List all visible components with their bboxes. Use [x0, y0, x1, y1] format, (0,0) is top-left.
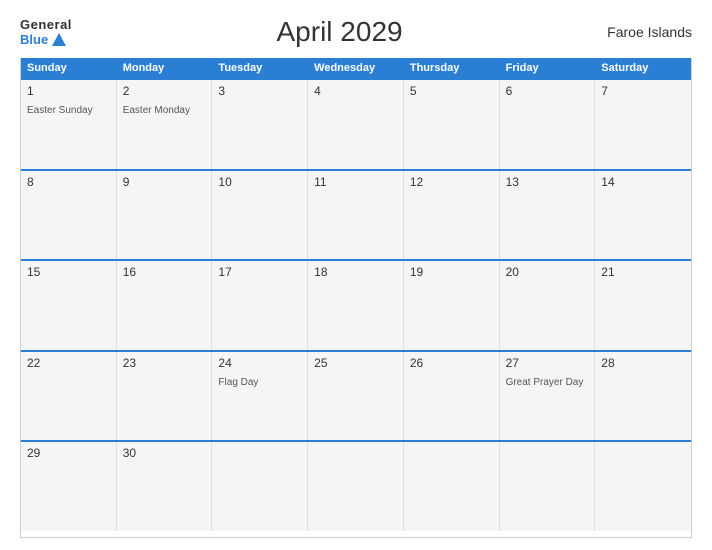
week-row-1: 1 Easter Sunday 2 Easter Monday 34567: [21, 78, 691, 169]
header-wednesday: Wednesday: [308, 58, 404, 78]
day-number: 26: [410, 356, 493, 370]
day-cell-4-3: [308, 442, 404, 531]
day-number: 16: [123, 265, 206, 279]
day-cell-1-3: 11: [308, 171, 404, 260]
day-number: 21: [601, 265, 685, 279]
day-cell-0-0: 1 Easter Sunday: [21, 80, 117, 169]
day-cell-4-2: [212, 442, 308, 531]
logo: General Blue: [20, 17, 72, 47]
day-cell-2-2: 17: [212, 261, 308, 350]
day-number: 17: [218, 265, 301, 279]
day-cell-1-0: 8: [21, 171, 117, 260]
day-cell-0-4: 5: [404, 80, 500, 169]
weeks-container: 1 Easter Sunday 2 Easter Monday 34567 89 10 11 1…: [21, 78, 691, 531]
day-number: 4: [314, 84, 397, 98]
day-cell-1-2: 10: [212, 171, 308, 260]
day-number: 13: [506, 175, 589, 189]
day-cell-0-3: 4: [308, 80, 404, 169]
day-cell-2-5: 20: [500, 261, 596, 350]
region-label: Faroe Islands: [607, 24, 692, 40]
week-row-5: 29 30: [21, 440, 691, 531]
day-number: 24: [218, 356, 301, 370]
day-event: Easter Sunday: [27, 105, 93, 116]
week-row-3: 15 16 17 18 19 20 21: [21, 259, 691, 350]
day-cell-3-1: 23: [117, 352, 213, 441]
day-cell-2-1: 16: [117, 261, 213, 350]
day-cell-3-6: 28: [595, 352, 691, 441]
day-number: 7: [601, 84, 685, 98]
day-cell-1-4: 12: [404, 171, 500, 260]
page: General Blue April 2029 Faroe Islands Su…: [0, 0, 712, 550]
day-number: 20: [506, 265, 589, 279]
day-number: 14: [601, 175, 685, 189]
day-number: 28: [601, 356, 685, 370]
day-event: Easter Monday: [123, 105, 190, 116]
day-event: Flag Day: [218, 377, 258, 388]
day-number: 11: [314, 175, 397, 189]
day-cell-2-4: 19: [404, 261, 500, 350]
header-saturday: Saturday: [595, 58, 691, 78]
day-number: 25: [314, 356, 397, 370]
week-row-4: 22 23 24 Flag Day 25 26 27 Great Prayer Day 28: [21, 350, 691, 441]
day-cell-2-3: 18: [308, 261, 404, 350]
day-cell-3-0: 22: [21, 352, 117, 441]
day-number: 3: [218, 84, 301, 98]
day-cell-1-6: 14: [595, 171, 691, 260]
day-number: 12: [410, 175, 493, 189]
logo-general-text: General: [20, 17, 72, 32]
day-number: 30: [123, 446, 206, 460]
day-cell-3-3: 25: [308, 352, 404, 441]
day-cell-4-4: [404, 442, 500, 531]
day-cell-0-5: 6: [500, 80, 596, 169]
calendar-title: April 2029: [277, 16, 403, 48]
logo-blue-text: Blue: [20, 32, 66, 47]
day-cell-0-1: 2 Easter Monday: [117, 80, 213, 169]
day-cell-0-2: 3: [212, 80, 308, 169]
day-number: 6: [506, 84, 589, 98]
day-cell-2-0: 15: [21, 261, 117, 350]
day-cell-3-5: 27 Great Prayer Day: [500, 352, 596, 441]
day-cell-4-1: 30: [117, 442, 213, 531]
day-cell-3-4: 26: [404, 352, 500, 441]
day-cell-4-0: 29: [21, 442, 117, 531]
day-cell-1-1: 9: [117, 171, 213, 260]
day-number: 29: [27, 446, 110, 460]
day-number: 10: [218, 175, 301, 189]
header-monday: Monday: [117, 58, 213, 78]
header: General Blue April 2029 Faroe Islands: [20, 16, 692, 48]
day-event: Great Prayer Day: [506, 377, 584, 388]
day-cell-4-5: [500, 442, 596, 531]
header-friday: Friday: [500, 58, 596, 78]
day-number: 8: [27, 175, 110, 189]
header-thursday: Thursday: [404, 58, 500, 78]
day-headers-row: Sunday Monday Tuesday Wednesday Thursday…: [21, 58, 691, 78]
day-number: 15: [27, 265, 110, 279]
header-sunday: Sunday: [21, 58, 117, 78]
day-cell-2-6: 21: [595, 261, 691, 350]
day-number: 5: [410, 84, 493, 98]
day-cell-0-6: 7: [595, 80, 691, 169]
day-number: 27: [506, 356, 589, 370]
calendar: Sunday Monday Tuesday Wednesday Thursday…: [20, 58, 692, 538]
week-row-2: 89 10 11 12 13 14: [21, 169, 691, 260]
day-number: 19: [410, 265, 493, 279]
day-number: 9: [123, 175, 206, 189]
day-number: 2: [123, 84, 206, 98]
day-number: 22: [27, 356, 110, 370]
day-cell-3-2: 24 Flag Day: [212, 352, 308, 441]
logo-triangle-icon: [52, 33, 66, 46]
day-number: 1: [27, 84, 110, 98]
day-number: 23: [123, 356, 206, 370]
day-cell-4-6: [595, 442, 691, 531]
day-cell-1-5: 13: [500, 171, 596, 260]
header-tuesday: Tuesday: [212, 58, 308, 78]
day-number: 18: [314, 265, 397, 279]
